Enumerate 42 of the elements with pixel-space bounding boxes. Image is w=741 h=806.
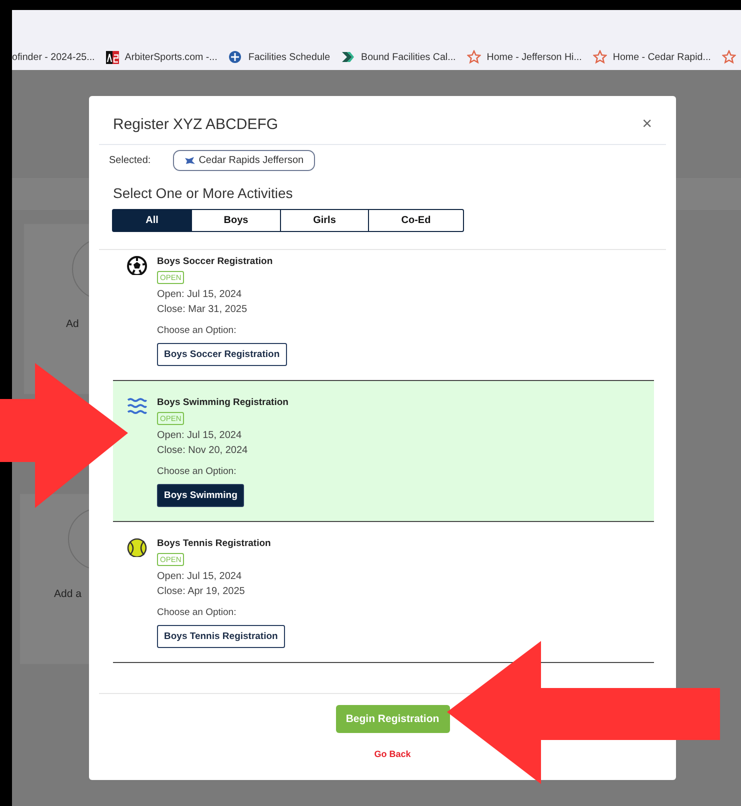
bookmark-link[interactable]: Home - Jefferson Hi... xyxy=(486,52,582,62)
section-heading: Select One or More Activities xyxy=(112,184,294,203)
option-button[interactable]: Boys Soccer Registration xyxy=(157,343,287,366)
card-label: Add a xyxy=(54,588,82,600)
option-label: Choose an Option: xyxy=(157,466,236,477)
school-name: Cedar Rapids Jefferson xyxy=(198,155,304,166)
school-chip[interactable]: Cedar Rapids Jefferson xyxy=(172,150,315,171)
star-icon xyxy=(466,50,481,64)
bookmark-link[interactable]: ArbiterSports.com -... xyxy=(124,52,218,62)
filter-tab[interactable]: Girls xyxy=(280,209,369,232)
option-button[interactable]: Boys Swimming xyxy=(157,484,244,507)
option-button[interactable]: Boys Tennis Registration xyxy=(157,625,285,648)
dialog-title: Register XYZ ABCDEFG xyxy=(113,116,278,132)
option-label: Choose an Option: xyxy=(157,325,236,336)
logo-icon xyxy=(106,50,119,64)
filter-tab[interactable]: Boys xyxy=(191,209,281,232)
open-date: Open: Jul 15, 2024 xyxy=(157,571,242,582)
close-button[interactable]: × xyxy=(642,114,652,134)
bookmark-link[interactable]: Home - Cedar Rapid... xyxy=(612,52,711,62)
close-date: Close: Apr 19, 2025 xyxy=(157,586,245,597)
open-date: Open: Jul 15, 2024 xyxy=(157,289,242,300)
filter-tab[interactable]: All xyxy=(112,209,192,232)
chevron-icon xyxy=(341,51,356,63)
back-link[interactable]: Go Back xyxy=(374,749,411,759)
bookmark-link[interactable]: Facilities Schedule xyxy=(248,52,330,62)
filter-tab[interactable]: Co-Ed xyxy=(368,209,464,232)
selected-label: Selected: xyxy=(109,155,151,166)
bookmark-link[interactable]: ofinder - 2024-25... xyxy=(12,52,95,62)
activity-title: Boys Tennis Registration xyxy=(157,538,271,549)
activity-title: Boys Soccer Registration xyxy=(157,256,273,267)
open-date: Open: Jul 15, 2024 xyxy=(157,430,242,441)
soccer-ball-icon xyxy=(127,256,147,275)
waves-icon xyxy=(127,397,147,416)
activity-title: Boys Swimming Registration xyxy=(157,397,288,408)
star-icon xyxy=(722,50,736,64)
star-icon xyxy=(592,50,607,64)
bookmark-link[interactable]: Bound Facilities Cal... xyxy=(361,52,456,62)
close-date: Close: Mar 31, 2025 xyxy=(157,304,248,315)
option-label: Choose an Option: xyxy=(157,607,236,618)
tennis-ball-icon xyxy=(127,538,147,557)
close-date: Close: Nov 20, 2024 xyxy=(157,445,248,456)
card-label: Ad xyxy=(66,318,79,330)
